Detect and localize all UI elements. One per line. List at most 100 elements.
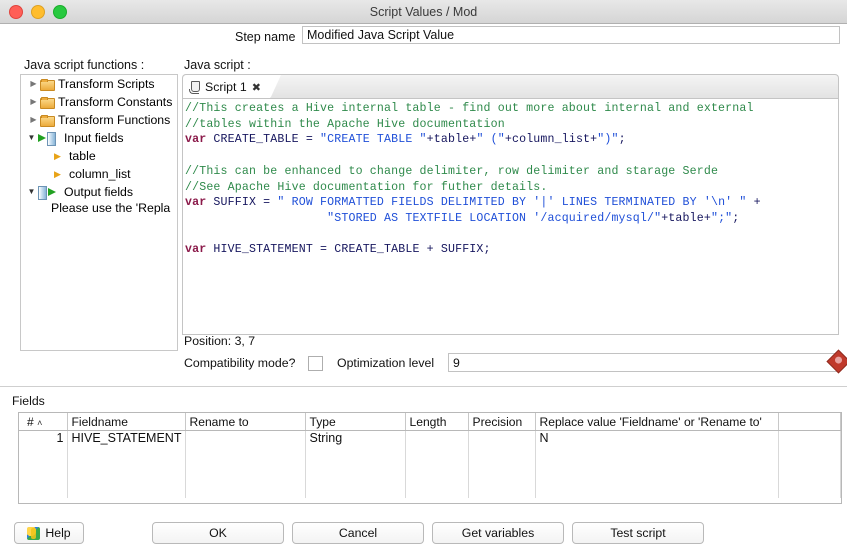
output-fields-note: Please use the 'Repla bbox=[51, 201, 171, 215]
chevron-right-icon[interactable] bbox=[27, 93, 40, 111]
code-token: //This creates a Hive internal table - f… bbox=[185, 102, 754, 115]
column-header-type[interactable]: Type bbox=[305, 413, 406, 431]
java-script-functions-tree[interactable]: Transform Scripts Transform Constants Tr… bbox=[20, 74, 178, 351]
chevron-right-icon[interactable] bbox=[51, 147, 64, 166]
window-titlebar: Script Values / Mod bbox=[0, 0, 847, 24]
code-token: CREATE_TABLE = bbox=[206, 133, 321, 147]
tree-item-label: Transform Functions bbox=[58, 113, 171, 127]
folder-icon bbox=[40, 96, 55, 109]
cell-fieldname[interactable]: HIVE_STATEMENT bbox=[67, 430, 186, 450]
compatibility-mode-label: Compatibility mode? bbox=[184, 356, 296, 370]
code-token: var bbox=[185, 243, 207, 257]
chevron-right-icon[interactable] bbox=[51, 165, 64, 184]
fields-label: Fields bbox=[12, 394, 45, 408]
chevron-down-icon[interactable] bbox=[25, 183, 38, 201]
script-editor[interactable]: //This creates a Hive internal table - f… bbox=[182, 98, 839, 335]
step-name-input[interactable] bbox=[302, 26, 840, 44]
step-name-row: Step name bbox=[0, 23, 847, 53]
cell-length[interactable] bbox=[405, 430, 469, 450]
cell-replace-value[interactable]: N bbox=[535, 430, 779, 450]
output-fields-icon bbox=[38, 185, 60, 200]
code-token: //tables within the Apache Hive document… bbox=[185, 117, 505, 131]
chevron-right-icon[interactable] bbox=[27, 111, 40, 129]
table-empty-area bbox=[19, 450, 841, 498]
compatibility-mode-checkbox[interactable] bbox=[308, 356, 323, 371]
tree-item-label: Transform Constants bbox=[58, 95, 173, 109]
code-token: SUFFIX = bbox=[206, 196, 278, 210]
tree-item-column-list[interactable]: column_list bbox=[21, 165, 177, 183]
code-token: var bbox=[185, 133, 207, 147]
code-token: ")" bbox=[597, 133, 619, 147]
tab-script-1[interactable]: Script 1 ✖ bbox=[183, 75, 281, 99]
script-values-mod-dialog: Script Values / Mod Step name Java scrip… bbox=[0, 0, 847, 550]
cell-rename-to[interactable] bbox=[185, 430, 306, 450]
java-script-label: Java script : bbox=[184, 58, 251, 72]
get-variables-button[interactable]: Get variables bbox=[432, 522, 564, 544]
code-line: "STORED AS TEXTFILE LOCATION '/acquired/… bbox=[185, 211, 838, 227]
column-header-length[interactable]: Length bbox=[405, 413, 469, 431]
code-line: var SUFFIX = " ROW FORMATTED FIELDS DELI… bbox=[185, 195, 838, 211]
test-script-button[interactable]: Test script bbox=[572, 522, 704, 544]
cell-type[interactable]: String bbox=[305, 430, 406, 450]
tree-item-label: Transform Scripts bbox=[58, 77, 155, 91]
code-token: //See Apache Hive documentation for futh… bbox=[185, 180, 548, 194]
tree-item-label: column_list bbox=[69, 167, 131, 181]
column-header-rename-to[interactable]: Rename to bbox=[185, 413, 306, 431]
close-button[interactable] bbox=[9, 4, 23, 19]
window-controls bbox=[0, 4, 67, 19]
java-script-functions-label: Java script functions : bbox=[24, 58, 145, 72]
code-token: " (" bbox=[476, 133, 505, 147]
help-button-label: Help bbox=[45, 526, 71, 540]
code-token: ";" bbox=[710, 211, 733, 225]
fields-table[interactable]: # ˄ Fieldname Rename to Type Length Prec… bbox=[18, 412, 842, 504]
script-tabstrip: Script 1 ✖ bbox=[182, 74, 839, 99]
code-line: //This can be enhanced to change delimit… bbox=[185, 164, 838, 180]
tree-item-output-fields[interactable]: Output fields bbox=[21, 183, 177, 201]
table-row[interactable]: 1 HIVE_STATEMENT String N bbox=[19, 430, 841, 450]
code-token: ; bbox=[618, 133, 626, 147]
cell-precision[interactable] bbox=[468, 430, 536, 450]
column-header-precision[interactable]: Precision bbox=[468, 413, 536, 431]
tree-item-transform-scripts[interactable]: Transform Scripts bbox=[21, 75, 177, 93]
ok-button[interactable]: OK bbox=[152, 522, 284, 544]
chevron-right-icon[interactable] bbox=[27, 75, 40, 93]
code-token: +table+ bbox=[426, 133, 477, 147]
window-title: Script Values / Mod bbox=[369, 4, 478, 19]
step-name-label: Step name bbox=[235, 30, 296, 44]
code-token: +column_list+ bbox=[504, 133, 598, 147]
column-header-label: # bbox=[27, 414, 34, 429]
chevron-down-icon[interactable] bbox=[25, 129, 38, 147]
code-token: HIVE_STATEMENT = CREATE_TABLE + SUFFIX; bbox=[206, 243, 491, 257]
tree-item-transform-functions[interactable]: Transform Functions bbox=[21, 111, 177, 129]
column-header-fieldname[interactable]: Fieldname bbox=[67, 413, 186, 431]
cell-extra[interactable] bbox=[778, 430, 841, 450]
script-icon bbox=[189, 80, 200, 94]
optimization-level-input[interactable] bbox=[448, 353, 840, 372]
column-header-number[interactable]: # ˄ bbox=[19, 413, 68, 431]
code-token: " ROW FORMATTED FIELDS DELIMITED BY '|' … bbox=[277, 196, 747, 210]
maximize-button[interactable] bbox=[53, 4, 67, 19]
column-header-extra[interactable] bbox=[778, 413, 841, 431]
help-button[interactable]: Help bbox=[14, 522, 84, 544]
code-token: ; bbox=[732, 211, 740, 225]
cancel-button[interactable]: Cancel bbox=[292, 522, 424, 544]
tree-item-input-fields[interactable]: Input fields bbox=[21, 129, 177, 147]
code-line: //See Apache Hive documentation for futh… bbox=[185, 180, 838, 196]
tree-item-transform-constants[interactable]: Transform Constants bbox=[21, 93, 177, 111]
code-line: var CREATE_TABLE = "CREATE TABLE "+table… bbox=[185, 132, 838, 148]
cell-number: 1 bbox=[19, 430, 68, 450]
tree-item-label: table bbox=[69, 149, 96, 163]
code-token: +table+ bbox=[661, 211, 711, 225]
close-icon[interactable]: ✖ bbox=[252, 82, 261, 93]
minimize-button[interactable] bbox=[31, 4, 45, 19]
tab-label: Script 1 bbox=[205, 80, 247, 94]
tree-item-label: Input fields bbox=[64, 131, 124, 145]
code-line: //tables within the Apache Hive document… bbox=[185, 117, 838, 133]
tree-item-table[interactable]: table bbox=[21, 147, 177, 165]
table-header-row: # ˄ Fieldname Rename to Type Length Prec… bbox=[19, 413, 841, 431]
script-editor-content[interactable]: //This creates a Hive internal table - f… bbox=[183, 99, 838, 258]
column-header-replace-value[interactable]: Replace value 'Fieldname' or 'Rename to' bbox=[535, 413, 779, 431]
